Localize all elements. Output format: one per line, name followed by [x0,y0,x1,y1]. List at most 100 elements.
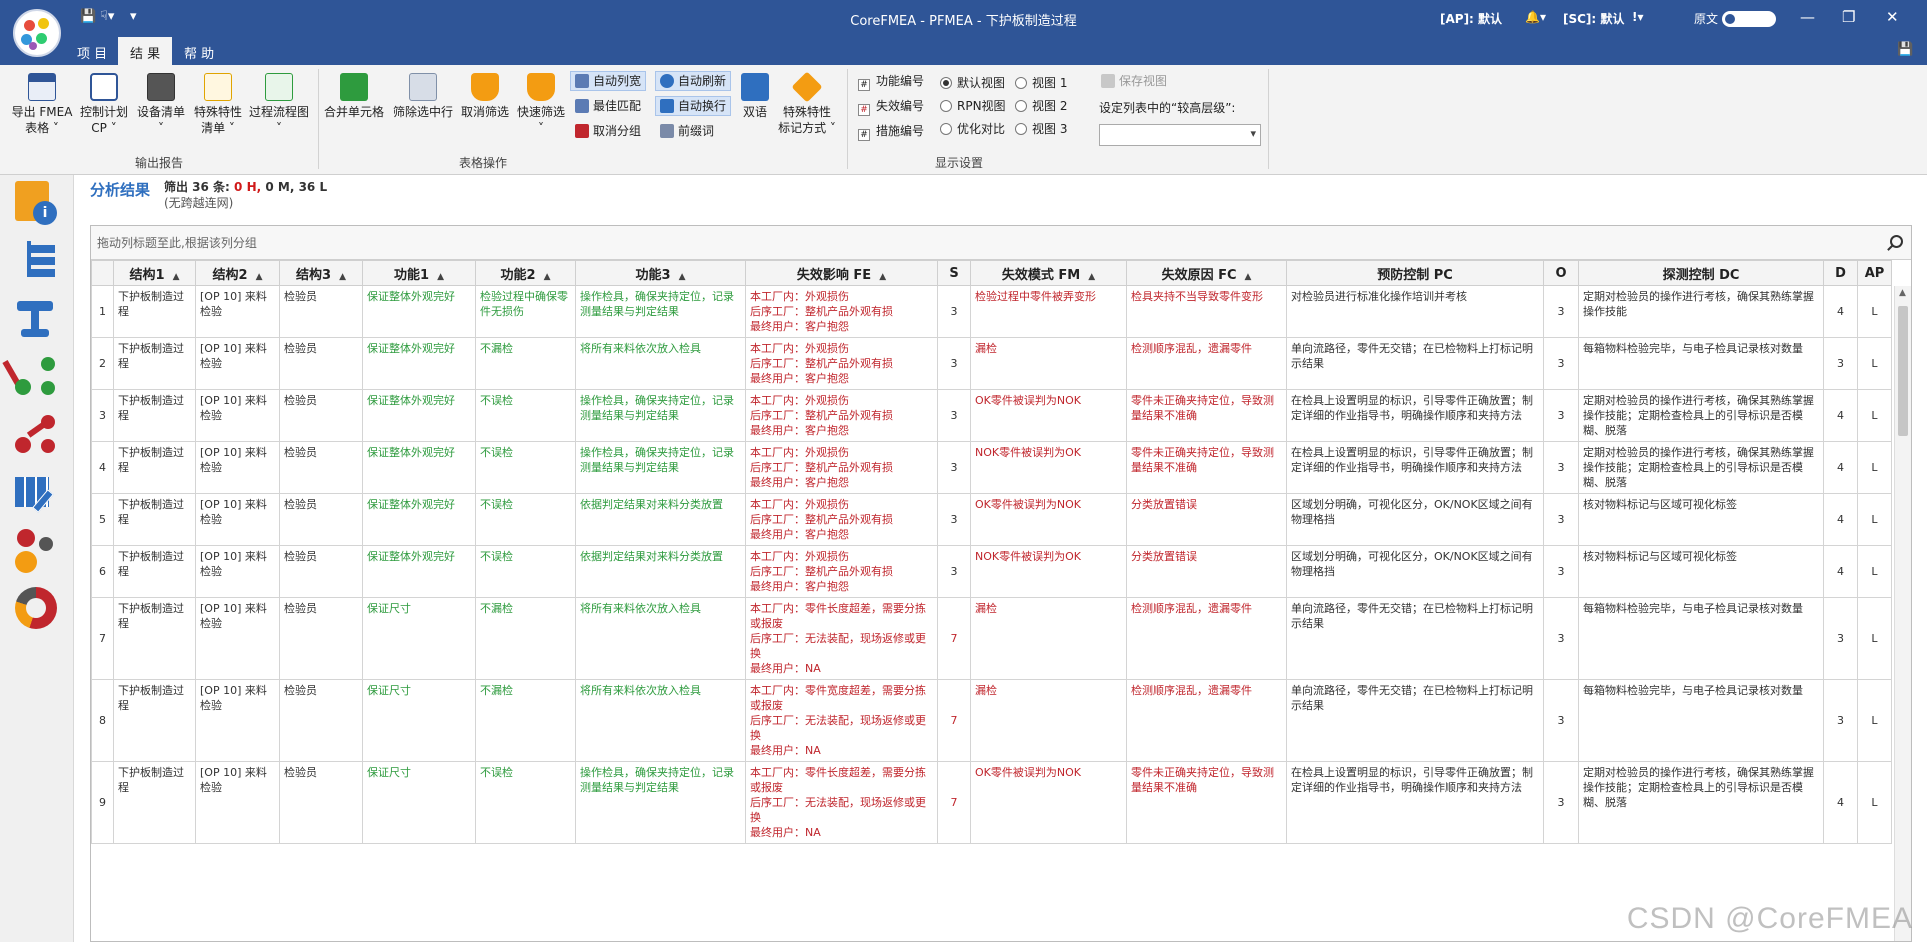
cell-f3[interactable]: 操作检具，确保夹持定位，记录测量结果与判定结果 [575,389,746,442]
sc-setting[interactable]: [SC]: 默认 [1563,10,1624,27]
bilingual-button[interactable]: 双语 [735,73,775,120]
cell-ap[interactable]: L [1857,545,1892,598]
cell-f1[interactable]: 保证整体外观完好 [362,493,476,546]
cell-fe[interactable]: 本工厂内：外观损伤 后序工厂：整机产品外观有损 最终用户：客户抱怨 [745,493,938,546]
sort-asc-icon[interactable]: ▲ [1245,272,1252,282]
cell-fe[interactable]: 本工厂内：外观损伤 后序工厂：整机产品外观有损 最终用户：客户抱怨 [745,337,938,390]
save-layout-icon[interactable]: 💾 [1897,42,1913,57]
cell-s[interactable]: 7 [937,761,971,844]
cell-o[interactable]: 3 [1543,337,1579,390]
cell-s1[interactable]: 下护板制造过程 [113,597,196,680]
cell-o[interactable]: 3 [1543,597,1579,680]
vertical-scrollbar[interactable]: ▲ [1894,286,1911,941]
cell-f1[interactable]: 保证尺寸 [362,761,476,844]
cell-fe[interactable]: 本工厂内：零件长度超差，需要分拣或报废 后序工厂：无法装配，现场返修或更换 最终… [745,761,938,844]
bell-icon[interactable]: 🔔▾ [1525,10,1546,24]
cell-s1[interactable]: 下护板制造过程 [113,285,196,338]
auto-wrap-button[interactable]: 自动换行 [655,96,732,116]
cell-fe[interactable]: 本工厂内：外观损伤 后序工厂：整机产品外观有损 最终用户：客户抱怨 [745,389,938,442]
cell-s2[interactable]: [OP 10] 来料检验 [195,679,280,762]
cell-s[interactable]: 3 [937,285,971,338]
cell-ap[interactable]: L [1857,337,1892,390]
original-text-toggle[interactable] [1722,11,1776,27]
cell-fe[interactable]: 本工厂内：零件宽度超差，需要分拣或报废 后序工厂：无法装配，现场返修或更换 最终… [745,679,938,762]
structure-tree-icon[interactable] [13,237,59,283]
tab-project[interactable]: 项 目 [77,43,107,62]
cell-f2[interactable]: 不漏检 [475,679,576,762]
cell-f3[interactable]: 操作检具，确保夹持定位，记录测量结果与判定结果 [575,441,746,494]
cell-s[interactable]: 3 [937,545,971,598]
cell-fe[interactable]: 本工厂内：外观损伤 后序工厂：整机产品外观有损 最终用户：客户抱怨 [745,441,938,494]
cell-f3[interactable]: 操作检具，确保夹持定位，记录测量结果与判定结果 [575,761,746,844]
quick-access-dropdown-icon[interactable]: ▾ [130,9,137,24]
cell-dc[interactable]: 核对物料标记与区域可视化标签 [1578,493,1824,546]
sort-asc-icon[interactable]: ▲ [544,272,551,282]
rpn-view-radio[interactable]: RPN视图 [940,96,1006,116]
cell-fm[interactable]: 漏检 [970,679,1127,762]
cell-d[interactable]: 4 [1823,441,1858,494]
view3-radio[interactable]: 视图 3 [1015,119,1067,139]
cell-s[interactable]: 7 [937,679,971,762]
cell-s[interactable]: 3 [937,389,971,442]
cell-fm[interactable]: OK零件被误判为NOK [970,493,1127,546]
donut-chart-icon[interactable] [13,585,59,631]
cell-fc[interactable]: 零件未正确夹持定位，导致测量结果不准确 [1126,441,1287,494]
process-flowchart-button[interactable]: 过程流程图 ˅ [247,73,311,136]
result-table-edit-icon[interactable] [13,469,59,515]
cell-s[interactable]: 7 [937,597,971,680]
cell-fm[interactable]: 漏检 [970,597,1127,680]
auto-refresh-button[interactable]: 自动刷新 [655,71,732,91]
cell-s3[interactable]: 检验员 [279,389,363,442]
cell-o[interactable]: 3 [1543,285,1579,338]
column-header[interactable]: 失效原因 FC ▲ [1126,260,1287,286]
cell-f2[interactable]: 不误检 [475,761,576,844]
cell-s1[interactable]: 下护板制造过程 [113,761,196,844]
save-view-button[interactable]: 保存视图 [1101,71,1167,91]
table-row[interactable]: 7 下护板制造过程 [OP 10] 来料检验 检验员 保证尺寸 不漏检 将所有来料依次放入检… [91,597,1892,680]
save-icon[interactable]: 💾 [80,9,96,24]
fail-no-checkbox[interactable]: # 失效编号 [858,96,924,116]
cell-f3[interactable]: 依据判定结果对来料分类放置 [575,545,746,598]
cell-s3[interactable]: 检验员 [279,679,363,762]
cell-fc[interactable]: 分类放置错误 [1126,545,1287,598]
cell-s2[interactable]: [OP 10] 来料检验 [195,761,280,844]
cell-s1[interactable]: 下护板制造过程 [113,679,196,762]
close-icon[interactable]: ✕ [1886,8,1899,26]
restore-icon[interactable]: ❐ [1842,8,1855,26]
cell-pc[interactable]: 单向流路径，零件无交错；在已检物料上打标记明示结果 [1286,597,1544,680]
cell-ap[interactable]: L [1857,679,1892,762]
table-row[interactable]: 8 下护板制造过程 [OP 10] 来料检验 检验员 保证尺寸 不漏检 将所有来料依次放入检… [91,679,1892,762]
control-plan-button[interactable]: 控制计划 CP ˅ [76,73,132,136]
cell-dc[interactable]: 定期对检验员的操作进行考核，确保其熟练掌握操作技能；定期检查检具上的引导标识是否… [1578,389,1824,442]
cell-s[interactable]: 3 [937,441,971,494]
scroll-up-icon[interactable]: ▲ [1899,288,1906,298]
ungroup-button[interactable]: 取消分组 [575,121,641,141]
group-by-area[interactable]: 拖动列标题至此,根据该列分组 [91,226,1911,260]
cell-ap[interactable]: L [1857,597,1892,680]
cell-fc[interactable]: 检测顺序混乱，遗漏零件 [1126,597,1287,680]
filter-selected-rows-button[interactable]: 筛除选中行 [390,73,456,120]
cell-dc[interactable]: 每箱物料检验完毕，与电子检具记录核对数量 [1578,679,1824,762]
special-mark-button[interactable]: 特殊特性 标记方式 ˅ [776,71,838,136]
export-fmea-button[interactable]: 导出 FMEA 表格 ˅ [8,73,76,136]
column-header[interactable]: 结构3 ▲ [279,260,363,286]
column-header[interactable]: S [937,260,971,286]
cell-f3[interactable]: 操作检具，确保夹持定位，记录测量结果与判定结果 [575,285,746,338]
merge-cells-button[interactable]: 合并单元格 [322,73,386,120]
cell-ap[interactable]: L [1857,389,1892,442]
view2-radio[interactable]: 视图 2 [1015,96,1067,116]
cell-s1[interactable]: 下护板制造过程 [113,337,196,390]
cell-s2[interactable]: [OP 10] 来料检验 [195,441,280,494]
best-fit-button[interactable]: 最佳匹配 [575,96,641,116]
cell-d[interactable]: 3 [1823,337,1858,390]
column-header[interactable]: 预防控制 PC [1286,260,1544,286]
cell-fc[interactable]: 检测顺序混乱，遗漏零件 [1126,679,1287,762]
sort-asc-icon[interactable]: ▲ [256,272,263,282]
cell-o[interactable]: 3 [1543,441,1579,494]
auto-col-width-button[interactable]: 自动列宽 [570,71,647,91]
cell-fm[interactable]: OK零件被误判为NOK [970,761,1127,844]
cell-s3[interactable]: 检验员 [279,285,363,338]
cell-fc[interactable]: 零件未正确夹持定位，导致测量结果不准确 [1126,389,1287,442]
cell-pc[interactable]: 单向流路径，零件无交错；在已检物料上打标记明示结果 [1286,337,1544,390]
cell-f2[interactable]: 检验过程中确保零件无损伤 [475,285,576,338]
